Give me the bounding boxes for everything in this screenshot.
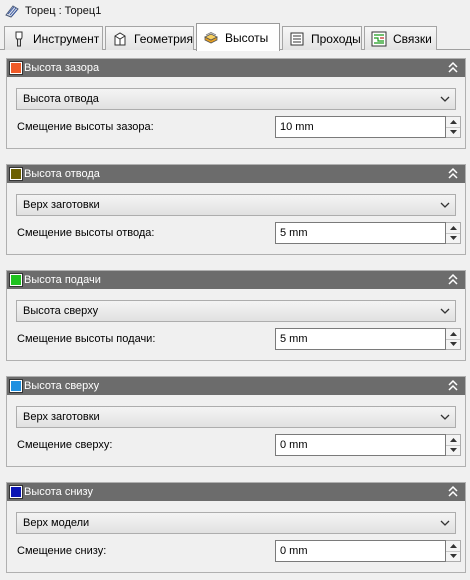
spin-down-button[interactable] [446,126,460,138]
offset-input[interactable]: 5 mm [275,328,446,350]
panel-clearance-height: Высота зазора Высота отвода Смещение выс… [6,58,466,149]
color-swatch [9,379,23,393]
panel-header[interactable]: Высота зазора [7,59,465,77]
height-source-select[interactable]: Высота отвода [16,88,456,110]
height-source-select[interactable]: Высота сверху [16,300,456,322]
color-swatch [9,485,23,499]
tab-label: Проходы [311,31,361,46]
tab-links[interactable]: Связки [364,26,437,50]
select-value: Высота сверху [23,305,99,317]
collapse-icon[interactable] [447,167,459,181]
arrow-down-icon [449,554,457,559]
spin-down-button[interactable] [446,550,460,562]
height-source-select[interactable]: Верх модели [16,512,456,534]
window-title: Торец : Торец1 [25,5,102,17]
spin-up-button[interactable] [446,541,460,551]
spin-up-button[interactable] [446,329,460,339]
panel-retract-height: Высота отвода Верх заготовки Смещение вы… [6,164,466,255]
toolpath-icon [5,5,19,18]
select-value: Верх заготовки [23,411,100,423]
spin-up-button[interactable] [446,435,460,445]
offset-spinbox[interactable]: 5 mm [275,222,461,244]
offset-label: Смещение снизу: [17,545,107,557]
offset-label: Смещение высоты подачи: [17,333,156,345]
spin-up-button[interactable] [446,223,460,233]
tab-label: Связки [393,31,432,46]
offset-input[interactable]: 0 mm [275,434,446,456]
color-swatch [9,273,23,287]
panel-header[interactable]: Высота отвода [7,165,465,183]
select-value: Высота отвода [23,93,99,105]
tab-geometry[interactable]: Геометрия [105,26,194,50]
panel-title: Высота подачи [24,274,101,286]
offset-label: Смещение сверху: [17,439,113,451]
offset-spinbox[interactable]: 5 mm [275,328,461,350]
panel-title: Высота снизу [24,486,93,498]
heights-icon [204,31,218,43]
offset-input[interactable]: 10 mm [275,116,446,138]
arrow-up-icon [449,543,457,548]
tab-label: Геометрия [134,31,193,46]
panel-title: Высота сверху [24,380,100,392]
panel-header[interactable]: Высота подачи [7,271,465,289]
passes-icon [290,32,304,45]
chevron-down-icon [440,202,450,208]
color-swatch [9,167,23,181]
panel-header[interactable]: Высота сверху [7,377,465,395]
geometry-icon [114,31,126,45]
arrow-down-icon [449,448,457,453]
spin-up-button[interactable] [446,117,460,127]
chevron-down-icon [440,414,450,420]
arrow-up-icon [449,119,457,124]
height-source-select[interactable]: Верх заготовки [16,406,456,428]
tab-tool[interactable]: Инструмент [4,26,103,50]
color-swatch [9,61,23,75]
collapse-icon[interactable] [447,273,459,287]
spin-down-button[interactable] [446,444,460,456]
tab-bar: Инструмент Геометрия Высоты Проходы Связ… [0,22,470,51]
offset-spinbox[interactable]: 0 mm [275,434,461,456]
offset-spinbox[interactable]: 10 mm [275,116,461,138]
spin-down-button[interactable] [446,338,460,350]
panel-top-height: Высота сверху Верх заготовки Смещение св… [6,376,466,467]
panel-title: Высота отвода [24,168,100,180]
tab-label: Инструмент [33,31,100,46]
panel-feed-height: Высота подачи Высота сверху Смещение выс… [6,270,466,361]
tab-heights[interactable]: Высоты [196,23,280,51]
offset-label: Смещение высоты зазора: [17,121,154,133]
collapse-icon[interactable] [447,485,459,499]
arrow-up-icon [449,437,457,442]
chevron-down-icon [440,308,450,314]
arrow-up-icon [449,225,457,230]
arrow-down-icon [449,342,457,347]
collapse-icon[interactable] [447,61,459,75]
chevron-down-icon [440,520,450,526]
links-icon [371,31,387,46]
tool-icon [15,31,23,46]
select-value: Верх модели [23,517,90,529]
offset-input[interactable]: 5 mm [275,222,446,244]
arrow-down-icon [449,236,457,241]
window-titlebar: Торец : Торец1 [0,0,470,22]
offset-spinbox[interactable]: 0 mm [275,540,461,562]
arrow-down-icon [449,130,457,135]
height-source-select[interactable]: Верх заготовки [16,194,456,216]
arrow-up-icon [449,331,457,336]
panel-header[interactable]: Высота снизу [7,483,465,501]
offset-label: Смещение высоты отвода: [17,227,155,239]
tab-label: Высоты [225,30,269,45]
panel-title: Высота зазора [24,62,100,74]
panel-bottom-height: Высота снизу Верх модели Смещение снизу:… [6,482,466,573]
spin-down-button[interactable] [446,232,460,244]
tab-passes[interactable]: Проходы [282,26,362,50]
collapse-icon[interactable] [447,379,459,393]
offset-input[interactable]: 0 mm [275,540,446,562]
chevron-down-icon [440,96,450,102]
select-value: Верх заготовки [23,199,100,211]
